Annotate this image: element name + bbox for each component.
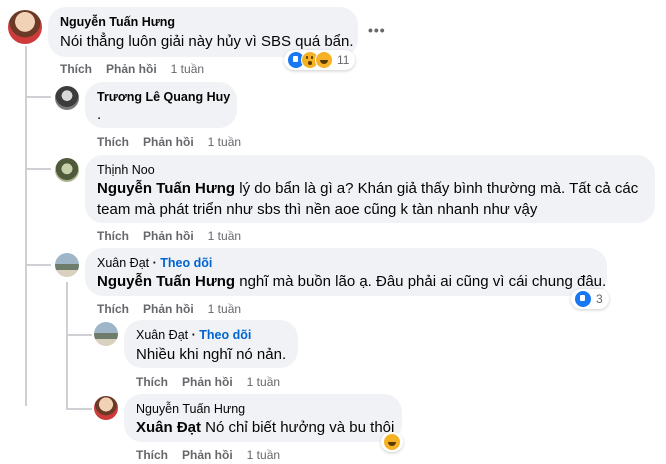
like-button[interactable]: Thích bbox=[136, 375, 168, 389]
reply-button[interactable]: Phản hồi bbox=[106, 62, 157, 76]
reply-button[interactable]: Phản hồi bbox=[182, 375, 233, 389]
timestamp[interactable]: 1 tuần bbox=[208, 302, 241, 316]
comment-text: Nguyễn Tuấn Hưng nghĩ mà buồn lão ạ. Đâu… bbox=[97, 271, 607, 292]
follow-button[interactable]: Theo dõi bbox=[160, 256, 212, 270]
thread-line-branch-5 bbox=[66, 408, 92, 410]
haha-icon bbox=[315, 51, 333, 69]
comment-text: Nguyễn Tuấn Hưng lý do bẩn là gì a? Khán… bbox=[97, 178, 647, 220]
reaction-count: 11 bbox=[337, 53, 350, 67]
mention-link[interactable]: Nguyễn Tuấn Hưng bbox=[97, 180, 235, 197]
reply-button[interactable]: Phản hồi bbox=[182, 448, 233, 462]
timestamp[interactable]: 1 tuần bbox=[208, 135, 241, 149]
avatar[interactable] bbox=[55, 86, 79, 110]
timestamp[interactable]: 1 tuần bbox=[171, 62, 204, 76]
comment-author-row: Xuân Đạt · Theo dõi bbox=[136, 328, 251, 342]
comment-text: Nói thẳng luôn giải này hủy vì SBS quá b… bbox=[60, 33, 354, 50]
comment-author[interactable]: Thịnh Noo bbox=[97, 163, 155, 177]
reply-button[interactable]: Phản hồi bbox=[143, 229, 194, 243]
thread-line-sub bbox=[66, 282, 68, 410]
comment-text: Xuân Đạt Nó chỉ biết hưởng và bu thôi bbox=[136, 417, 396, 438]
thread-line-branch-2 bbox=[25, 168, 51, 170]
comment-bubble bbox=[85, 82, 237, 128]
thread-line-branch-4 bbox=[66, 334, 92, 336]
comment-text-body: Nó chỉ biết hưởng và bu thôi bbox=[201, 419, 395, 436]
timestamp[interactable]: 1 tuần bbox=[247, 448, 280, 462]
mention-link[interactable]: Xuân Đạt bbox=[136, 419, 201, 436]
reaction-summary[interactable] bbox=[381, 432, 403, 452]
follow-button[interactable]: Theo dõi bbox=[199, 328, 251, 342]
comment-actions: Thích Phản hồi 1 tuần bbox=[97, 135, 241, 149]
haha-icon bbox=[383, 433, 401, 451]
thread-line-branch-1 bbox=[25, 96, 51, 98]
avatar[interactable] bbox=[94, 322, 118, 346]
reply-button[interactable]: Phản hồi bbox=[143, 135, 194, 149]
comment-author[interactable]: Xuân Đạt bbox=[136, 328, 188, 342]
like-button[interactable]: Thích bbox=[97, 135, 129, 149]
like-button[interactable]: Thích bbox=[136, 448, 168, 462]
comment-actions: Thích Phản hồi 1 tuần bbox=[97, 229, 241, 243]
timestamp[interactable]: 1 tuần bbox=[247, 375, 280, 389]
separator-dot: · bbox=[152, 256, 157, 270]
comment-actions: Thích Phản hồi 1 tuần bbox=[136, 448, 280, 462]
timestamp[interactable]: 1 tuần bbox=[208, 229, 241, 243]
comment-text-body: nghĩ mà buồn lão ạ. Đâu phải ai cũng vì … bbox=[235, 273, 607, 290]
comment-actions: Thích Phản hồi 1 tuần bbox=[97, 302, 241, 316]
more-options-icon[interactable]: ••• bbox=[368, 22, 386, 38]
like-button[interactable]: Thích bbox=[97, 229, 129, 243]
like-button[interactable]: Thích bbox=[60, 62, 92, 76]
avatar[interactable] bbox=[8, 10, 42, 44]
thread-line-main bbox=[25, 46, 27, 406]
separator-dot: · bbox=[191, 328, 196, 342]
comment-author[interactable]: Nguyễn Tuấn Hưng bbox=[136, 402, 245, 416]
comment-actions: Thích Phản hồi 1 tuần bbox=[136, 375, 280, 389]
comment-author[interactable]: Xuân Đạt bbox=[97, 256, 149, 270]
reaction-summary[interactable]: 11 bbox=[284, 50, 356, 70]
reply-button[interactable]: Phản hồi bbox=[143, 302, 194, 316]
comment-text: . bbox=[97, 106, 102, 123]
reaction-summary[interactable]: 3 bbox=[571, 289, 609, 309]
avatar[interactable] bbox=[94, 396, 118, 420]
reaction-count: 3 bbox=[596, 292, 603, 306]
comment-author[interactable]: Trương Lê Quang Huy bbox=[97, 90, 230, 104]
comment-author[interactable]: Nguyễn Tuấn Hưng bbox=[60, 15, 175, 29]
comment-author-row: Xuân Đạt · Theo dõi bbox=[97, 256, 212, 270]
avatar[interactable] bbox=[55, 158, 79, 182]
like-icon bbox=[574, 290, 592, 308]
avatar[interactable] bbox=[55, 253, 79, 277]
like-button[interactable]: Thích bbox=[97, 302, 129, 316]
thread-line-branch-3 bbox=[25, 264, 51, 266]
comment-text: Nhiều khi nghĩ nó nản. bbox=[136, 346, 287, 363]
mention-link[interactable]: Nguyễn Tuấn Hưng bbox=[97, 273, 235, 290]
comment-actions: Thích Phản hồi 1 tuần bbox=[60, 62, 204, 76]
